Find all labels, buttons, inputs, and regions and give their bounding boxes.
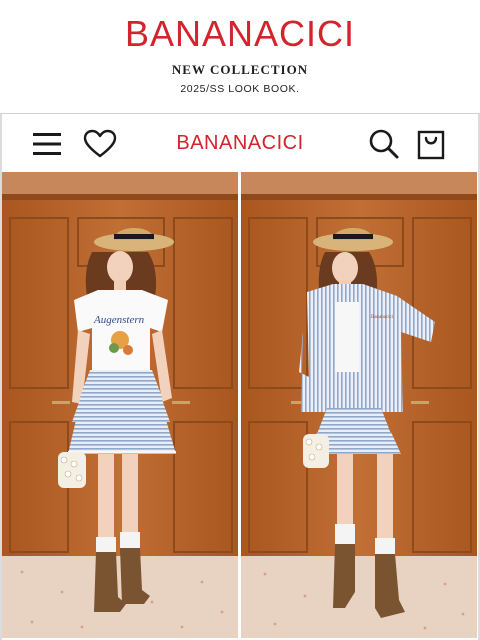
nav-brand-logo[interactable]: BANANACICI <box>150 130 330 156</box>
tee-print-text: Augenstern <box>93 314 145 326</box>
bag-icon[interactable] <box>414 126 448 162</box>
search-icon[interactable] <box>366 126 402 162</box>
hero-header: BANANACICI NEW COLLECTION 2025/SS LOOK B… <box>0 0 480 112</box>
menu-icon[interactable] <box>30 128 64 160</box>
heart-icon[interactable] <box>82 128 118 160</box>
look-photo-2[interactable]: Bananacici <box>241 172 477 638</box>
hero-collection-title: NEW COLLECTION <box>171 62 309 77</box>
look-photo-1[interactable]: Augenstern <box>2 172 238 638</box>
hero-lookbook-subtitle: 2025/SS LOOK BOOK. <box>180 83 300 95</box>
pocket-tag-text: Bananacici <box>371 315 394 320</box>
hero-brand-logo: BANANACICI <box>124 13 356 54</box>
app-navbar: BANANACICI <box>0 114 480 172</box>
